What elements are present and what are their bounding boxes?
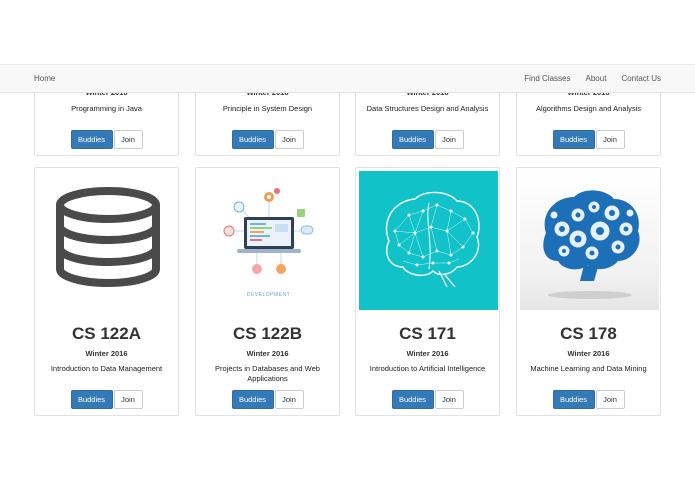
card-actions: Buddies Join (356, 130, 499, 149)
join-button[interactable]: Join (434, 390, 464, 409)
course-name: Algorithms Design and Analysis (535, 104, 642, 113)
course-name: Introduction to Artificial Intelligence (369, 364, 486, 373)
web-development-illustration (223, 188, 314, 274)
buddies-button[interactable]: Buddies (70, 390, 113, 409)
card-actions: Buddies Join (517, 390, 660, 409)
card-actions: Buddies Join (356, 390, 499, 409)
course-term: Winter 2016 (85, 349, 128, 358)
course-image (359, 171, 498, 310)
buddies-button[interactable]: Buddies (391, 130, 434, 149)
buddies-button[interactable]: Buddies (70, 130, 113, 149)
course-image: DEVELOPMENT (199, 171, 338, 310)
card-actions: Buddies Join (196, 130, 339, 149)
join-button[interactable]: Join (113, 130, 143, 149)
nav-home-link[interactable]: Home (34, 74, 55, 83)
course-card: CS 122A Winter 2016 Introduction to Data… (34, 167, 179, 416)
course-name: Introduction to Data Management (50, 364, 163, 373)
buddies-button[interactable]: Buddies (552, 130, 595, 149)
course-image (520, 171, 659, 310)
course-card: CS 178 Winter 2016 Machine Learning and … (516, 167, 661, 416)
course-code: CS 178 (560, 324, 617, 343)
nav-links: Find Classes About Contact Us (524, 74, 661, 83)
nav-about-link[interactable]: About (586, 74, 607, 83)
course-image (38, 171, 177, 310)
course-name: Machine Learning and Data Mining (530, 364, 647, 373)
course-code: CS 122B (233, 324, 302, 343)
course-card: DEVELOPMENT CS 122B Winter 2016 Projects… (195, 167, 340, 416)
buddies-button[interactable]: Buddies (231, 390, 274, 409)
navbar: Home Find Classes About Contact Us (0, 64, 695, 93)
neural-network-brain-icon (385, 191, 480, 288)
nav-find-classes-link[interactable]: Find Classes (524, 74, 570, 83)
join-button[interactable]: Join (274, 130, 304, 149)
join-button[interactable]: Join (595, 390, 625, 409)
join-button[interactable]: Join (434, 130, 464, 149)
nav-contact-us-link[interactable]: Contact Us (621, 74, 661, 83)
course-card: CS 171 Winter 2016 Introduction to Artif… (355, 167, 500, 416)
course-code: CS 122A (72, 324, 141, 343)
course-name: Principle in System Design (222, 104, 313, 113)
course-name: Data Structures Design and Analysis (366, 104, 489, 113)
top-whitespace (0, 0, 695, 64)
join-button[interactable]: Join (274, 390, 304, 409)
course-name: Programming in Java (71, 104, 142, 113)
page: Winter 2016 Programming in Java Buddies … (0, 0, 695, 494)
gear-brain-icon (543, 190, 640, 299)
join-button[interactable]: Join (113, 390, 143, 409)
card-actions: Buddies Join (196, 390, 339, 409)
image-caption: DEVELOPMENT (246, 292, 291, 298)
database-icon (56, 187, 160, 287)
course-term: Winter 2016 (246, 349, 289, 358)
course-name: Projects in Databases and Web Applicatio… (215, 364, 320, 383)
card-actions: Buddies Join (35, 130, 178, 149)
course-term: Winter 2016 (567, 349, 610, 358)
card-actions: Buddies Join (35, 390, 178, 409)
course-code: CS 171 (399, 324, 456, 343)
buddies-button[interactable]: Buddies (552, 390, 595, 409)
buddies-button[interactable]: Buddies (231, 130, 274, 149)
course-term: Winter 2016 (406, 349, 449, 358)
card-actions: Buddies Join (517, 130, 660, 149)
buddies-button[interactable]: Buddies (391, 390, 434, 409)
join-button[interactable]: Join (595, 130, 625, 149)
